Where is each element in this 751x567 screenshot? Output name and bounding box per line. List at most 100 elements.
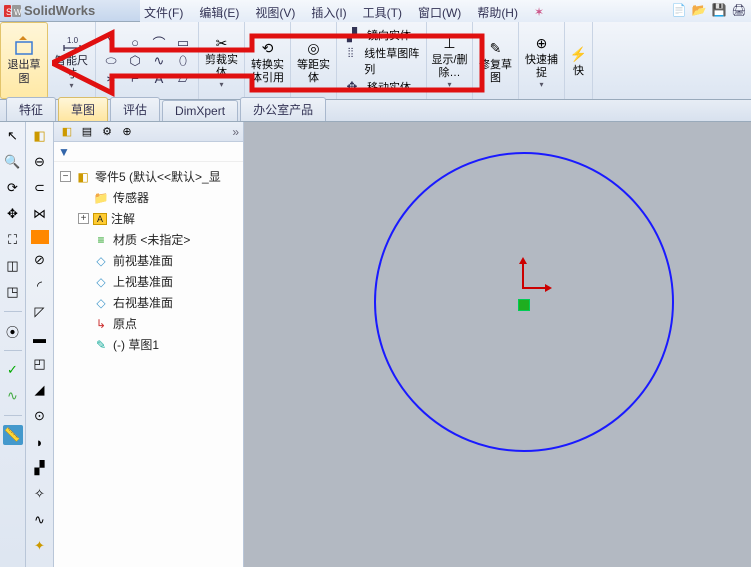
pattern-label[interactable]: 线性草图阵列	[364, 45, 420, 77]
sweep-icon[interactable]: ⊂	[30, 178, 50, 198]
repair-icon: ✎	[485, 37, 507, 59]
exit-sketch-button[interactable]: 退出草图	[0, 22, 48, 99]
fillet-tool-icon[interactable]: ⌐	[126, 71, 144, 87]
measure-icon[interactable]: 📏	[3, 425, 23, 445]
menu-tools[interactable]: 工具(T)	[359, 3, 406, 22]
tree-material[interactable]: ≡ 材质 <未指定>	[74, 229, 241, 250]
plane-icon: ◇	[93, 296, 109, 310]
rotate-view-icon[interactable]: ⟳	[3, 178, 23, 198]
svg-text:W: W	[14, 8, 22, 17]
tree-tab-config-icon[interactable]: ⚙	[98, 124, 116, 140]
menu-search-icon[interactable]: ✶	[530, 4, 548, 20]
ellipse-tool-icon[interactable]: ⬯	[174, 53, 192, 69]
spline-tool-icon[interactable]: ∿	[150, 53, 168, 69]
tab-dimxpert[interactable]: DimXpert	[162, 100, 238, 121]
sketch-icon: ✎	[93, 338, 109, 352]
curves-icon[interactable]: ∿	[30, 510, 50, 530]
move-icon[interactable]: ✥	[343, 79, 361, 95]
menu-help[interactable]: 帮助(H)	[473, 3, 522, 22]
mirror-icon[interactable]: ▞	[343, 27, 361, 43]
menu-window[interactable]: 窗口(W)	[414, 3, 465, 22]
panel-expand-icon[interactable]: »	[232, 125, 239, 139]
quick-snap-button[interactable]: ⊕ 快速捕捉 ▾	[519, 22, 565, 99]
tree-tab-feature-icon[interactable]: ◧	[58, 124, 76, 140]
pan-view-icon[interactable]: ✥	[3, 204, 23, 224]
slot-tool-icon[interactable]: ⬭	[102, 53, 120, 69]
mirror-label[interactable]: 镜向实体	[367, 27, 411, 43]
hide-show-icon[interactable]: ⦿	[3, 321, 23, 341]
menu-view[interactable]: 视图(V)	[251, 3, 299, 22]
tree-top-plane[interactable]: ◇ 上视基准面	[74, 271, 241, 292]
tree-tab-property-icon[interactable]: ▤	[78, 124, 96, 140]
tree-sketch1[interactable]: ✎ (-) 草图1	[74, 334, 241, 355]
select-tool-icon[interactable]: ↖	[3, 126, 23, 146]
dimension-icon: 1.0	[60, 31, 84, 55]
polygon-tool-icon[interactable]: ⬡	[126, 53, 144, 69]
tree-right-plane[interactable]: ◇ 右视基准面	[74, 292, 241, 313]
point-tool-icon[interactable]: ∗	[102, 71, 120, 87]
cut-extrude-icon[interactable]	[31, 230, 49, 244]
rect-tool-icon[interactable]: ▭	[174, 35, 192, 51]
filter-icon[interactable]: ▼	[58, 145, 70, 159]
tree-sensors[interactable]: 📁 传感器	[74, 187, 241, 208]
tab-office[interactable]: 办公室产品	[240, 97, 326, 121]
open-file-icon[interactable]: 📂	[691, 2, 707, 18]
tree-annotations[interactable]: + A 注解	[74, 208, 241, 229]
tree-origin[interactable]: ↳ 原点	[74, 313, 241, 334]
tree-root-part[interactable]: − ◧ 零件5 (默认<<默认>_显	[56, 166, 241, 187]
tree-tab-dim-icon[interactable]: ⊕	[118, 124, 136, 140]
line-tool-icon[interactable]: ╲	[102, 35, 120, 51]
menu-edit[interactable]: 编辑(E)	[195, 3, 243, 22]
repair-sketch-button[interactable]: ✎ 修复草图	[473, 22, 519, 99]
smart-dimension-button[interactable]: 1.0 智能尺寸 ▾	[48, 22, 96, 99]
origin-icon: ↳	[93, 317, 109, 331]
tab-evaluate[interactable]: 评估	[110, 97, 160, 121]
menu-file[interactable]: 文件(F)	[140, 3, 187, 22]
mirror-feature-icon[interactable]: ▞	[30, 458, 50, 478]
shell-icon[interactable]: ◰	[30, 354, 50, 374]
arc-tool-icon[interactable]: ⌒	[150, 35, 168, 51]
zoom-fit-icon[interactable]: ⛶	[3, 230, 23, 250]
dome-icon[interactable]: ◗	[30, 432, 50, 452]
edit-appearance-icon[interactable]: ✓	[3, 360, 23, 380]
revolve-icon[interactable]: ⊖	[30, 152, 50, 172]
tab-feature[interactable]: 特征	[6, 97, 56, 121]
circle-tool-icon[interactable]: ○	[126, 35, 144, 51]
section-view-icon[interactable]: ◫	[3, 256, 23, 276]
tab-sketch[interactable]: 草图	[58, 97, 108, 121]
trim-button[interactable]: ✂ 剪裁实体 ▾	[199, 22, 245, 99]
move-label[interactable]: 移动实体	[367, 79, 411, 95]
graphics-viewport[interactable]	[244, 122, 751, 567]
print-icon[interactable]: 🖨	[731, 2, 747, 18]
display-delete-button[interactable]: ⊥ 显示/删除… ▾	[427, 22, 473, 99]
y-axis-icon	[522, 259, 524, 287]
expand-icon[interactable]: +	[78, 213, 89, 224]
chevron-down-icon: ▾	[219, 80, 223, 89]
quick-button[interactable]: ⚡ 快	[565, 22, 593, 99]
plane-tool-icon[interactable]: ▱	[174, 71, 192, 87]
instant3d-icon[interactable]: ✦	[30, 536, 50, 556]
draft-icon[interactable]: ◢	[30, 380, 50, 400]
apply-scene-icon[interactable]: ∿	[3, 386, 23, 406]
cut-revolve-icon[interactable]: ⊘	[30, 250, 50, 270]
display-icon: ⊥	[439, 32, 461, 54]
rib-icon[interactable]: ▬	[30, 328, 50, 348]
convert-entities-button[interactable]: ⟲ 转换实体引用	[245, 22, 291, 99]
extrude-icon[interactable]: ◧	[30, 126, 50, 146]
text-tool-icon[interactable]: A	[150, 71, 168, 87]
fillet-feature-icon[interactable]: ◜	[30, 276, 50, 296]
tree-front-plane[interactable]: ◇ 前视基准面	[74, 250, 241, 271]
quick-icon: ⚡	[568, 43, 590, 65]
zoom-window-icon[interactable]: 🔍	[3, 152, 23, 172]
wrap-icon[interactable]: ⊙	[30, 406, 50, 426]
save-icon[interactable]: 💾	[711, 2, 727, 18]
loft-icon[interactable]: ⋈	[30, 204, 50, 224]
ref-geom-icon[interactable]: ✧	[30, 484, 50, 504]
offset-entities-button[interactable]: ◎ 等距实体	[291, 22, 337, 99]
new-file-icon[interactable]: 📄	[671, 2, 687, 18]
collapse-icon[interactable]: −	[60, 171, 71, 182]
pattern-icon[interactable]: ⦙⦙	[343, 45, 358, 61]
chamfer-icon[interactable]: ◸	[30, 302, 50, 322]
menu-insert[interactable]: 插入(I)	[307, 3, 350, 22]
view-orientation-icon[interactable]: ◳	[3, 282, 23, 302]
